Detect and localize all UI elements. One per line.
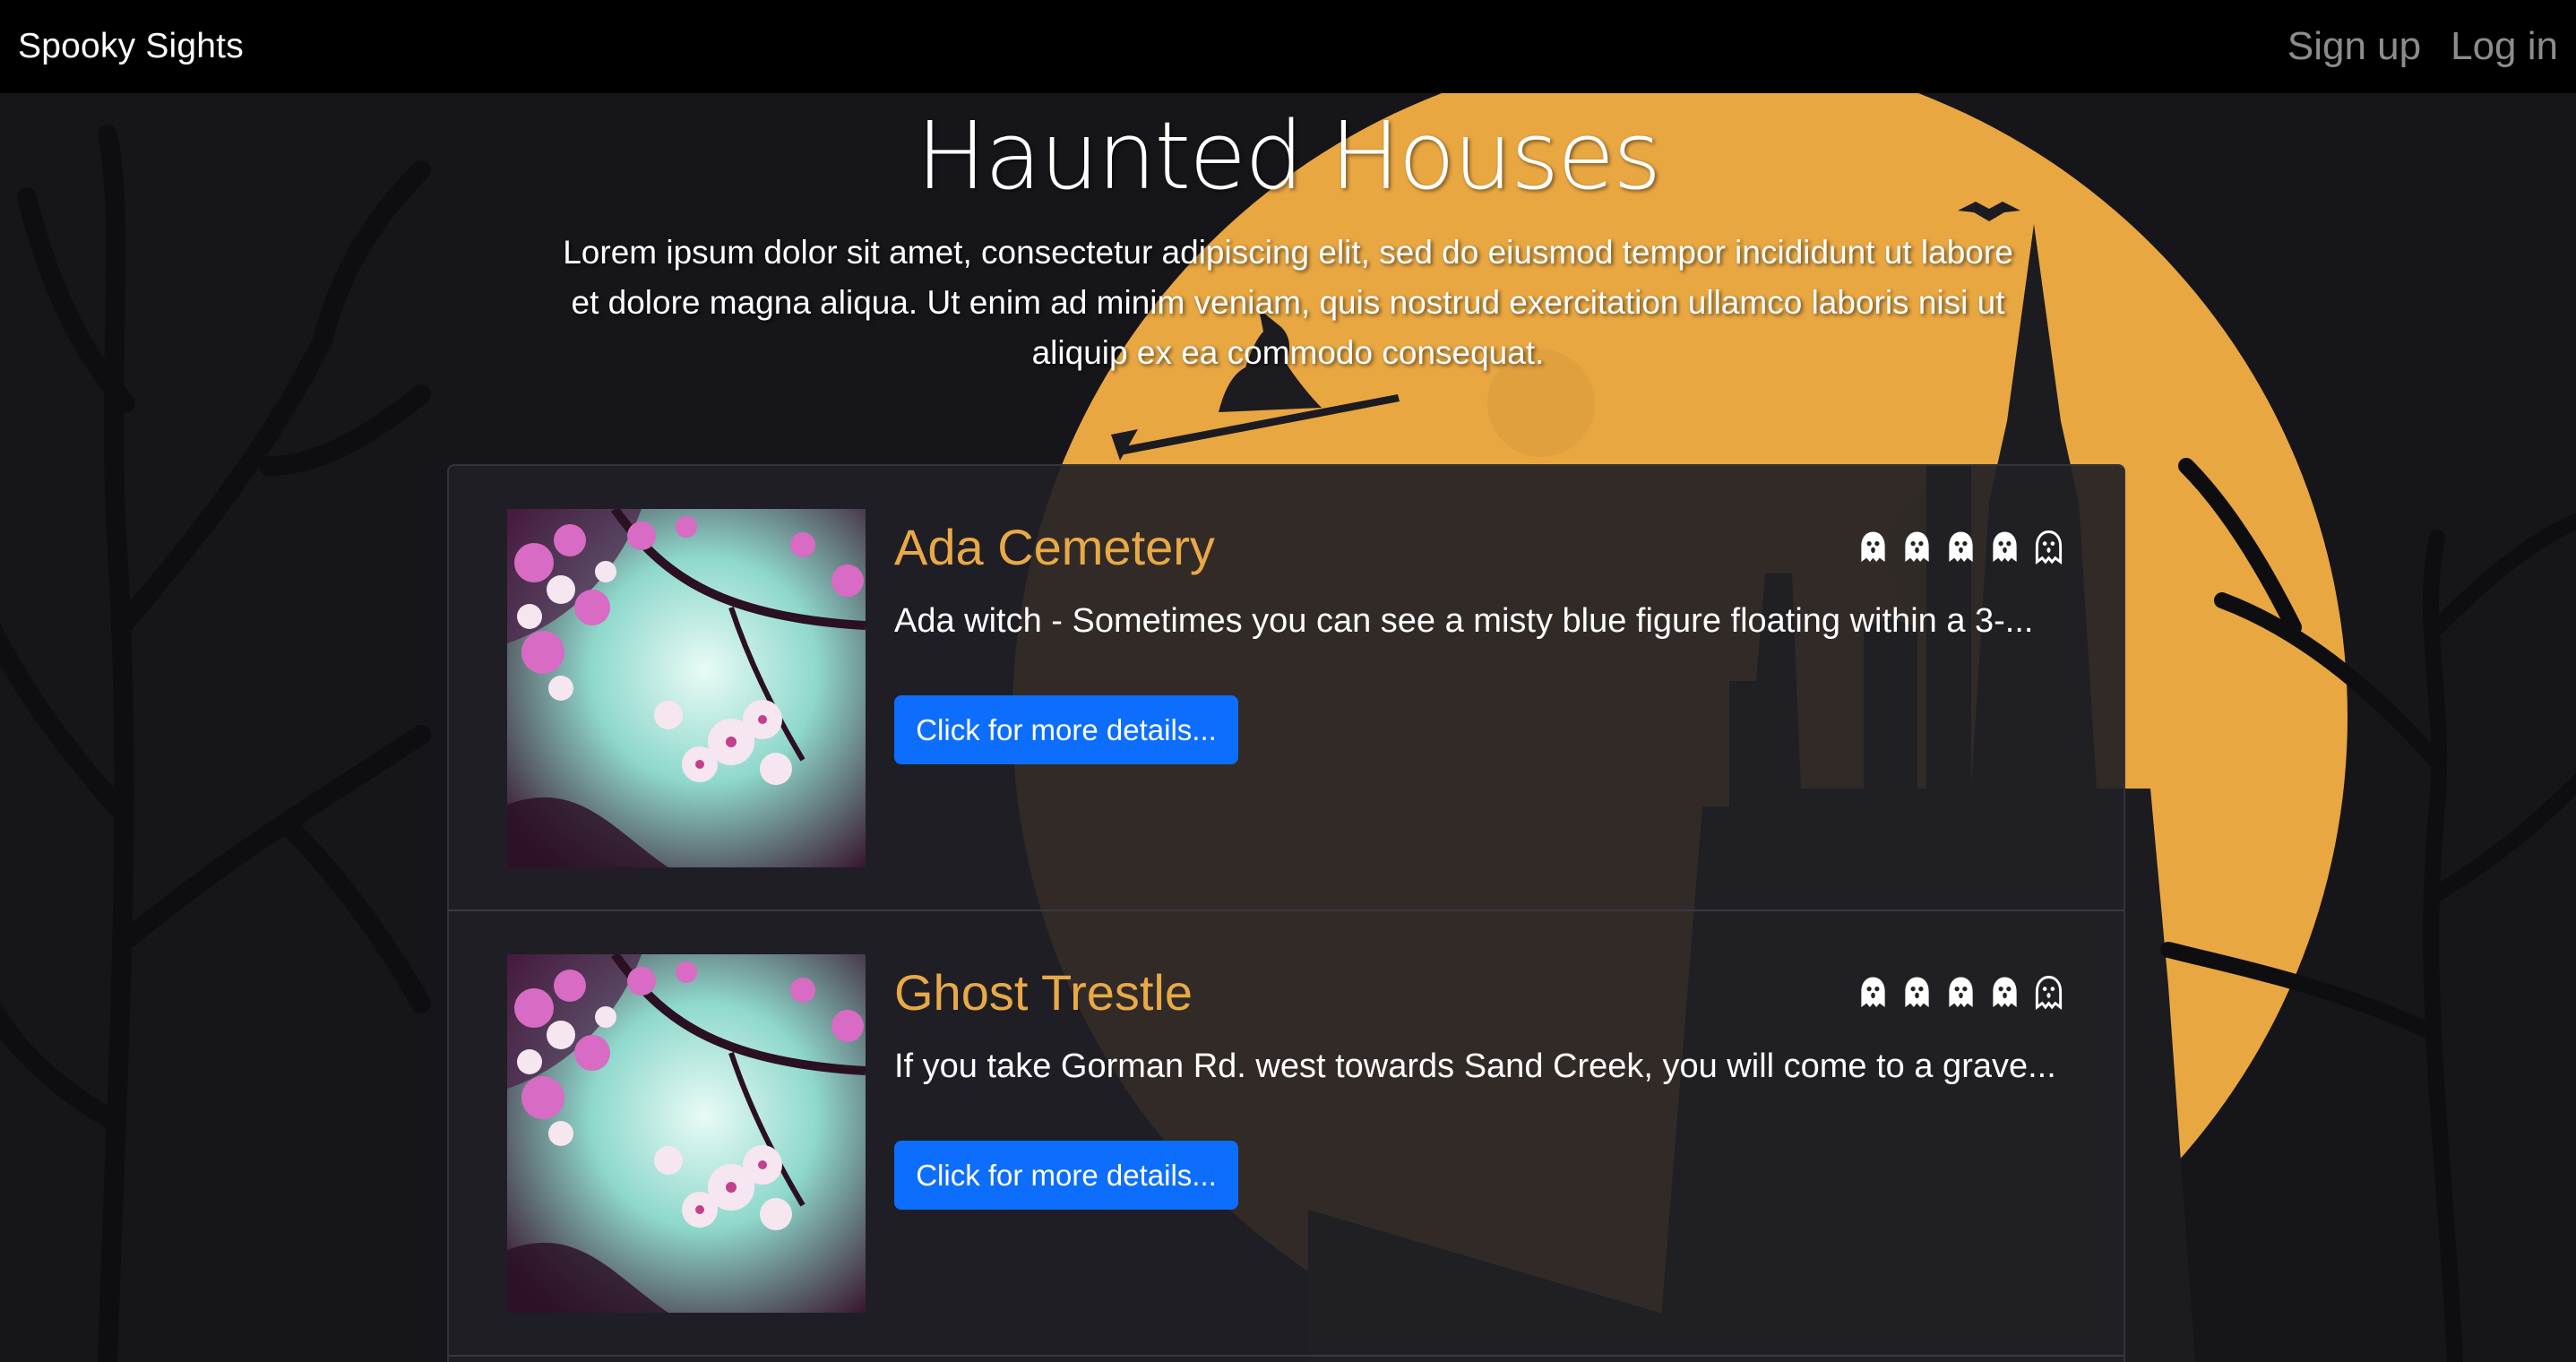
hero-text: Lorem ipsum dolor sit amet, consectetur … [563,234,2013,371]
ghost-filled-icon [1949,531,1973,563]
ghost-rating [1857,976,2064,1010]
page-title: Haunted Houses [916,101,1662,211]
signup-link[interactable]: Sign up [2287,24,2421,69]
login-link[interactable]: Log in [2451,24,2558,69]
location-image [507,509,866,867]
ghost-filled-icon [1949,977,1973,1008]
ghost-filled-icon [1905,531,1929,563]
page: Spooky Sights Sign up Log in Haunted Hou… [0,0,2576,1362]
hero: Haunted Houses Lorem ipsum dolor sit ame… [0,93,2576,378]
ghost-outline-icon [2035,530,2063,565]
ghost-filled-icon [1993,531,2017,563]
ghost-filled-icon [1861,531,1885,563]
nav-links: Sign up Log in [2287,24,2558,69]
ghost-rating [1857,530,2064,565]
more-details-button[interactable]: Click for more details... [894,695,1238,764]
ghost-filled-icon [1861,977,1885,1008]
location-image [507,954,866,1313]
more-details-button[interactable]: Click for more details... [894,1141,1238,1210]
location-description: If you take Gorman Rd. west towards Sand… [894,1047,2056,1085]
navbar: Spooky Sights Sign up Log in [0,0,2576,93]
location-card: Ada Cemetery Ada witch - Sometimes you c… [449,466,2124,911]
location-card: Ghost Trestle If you take Gorman Rd. wes… [449,911,2124,1357]
ghost-outline-icon [2035,976,2063,1010]
brand-link[interactable]: Spooky Sights [18,27,244,66]
location-description: Ada witch - Sometimes you can see a mist… [894,602,2034,640]
ghost-filled-icon [1993,977,2017,1008]
location-title[interactable]: Ghost Trestle [894,963,1193,1022]
ghost-filled-icon [1905,977,1929,1008]
locations-list: Ada Cemetery Ada witch - Sometimes you c… [447,464,2125,1362]
location-title[interactable]: Ada Cemetery [894,518,1215,576]
